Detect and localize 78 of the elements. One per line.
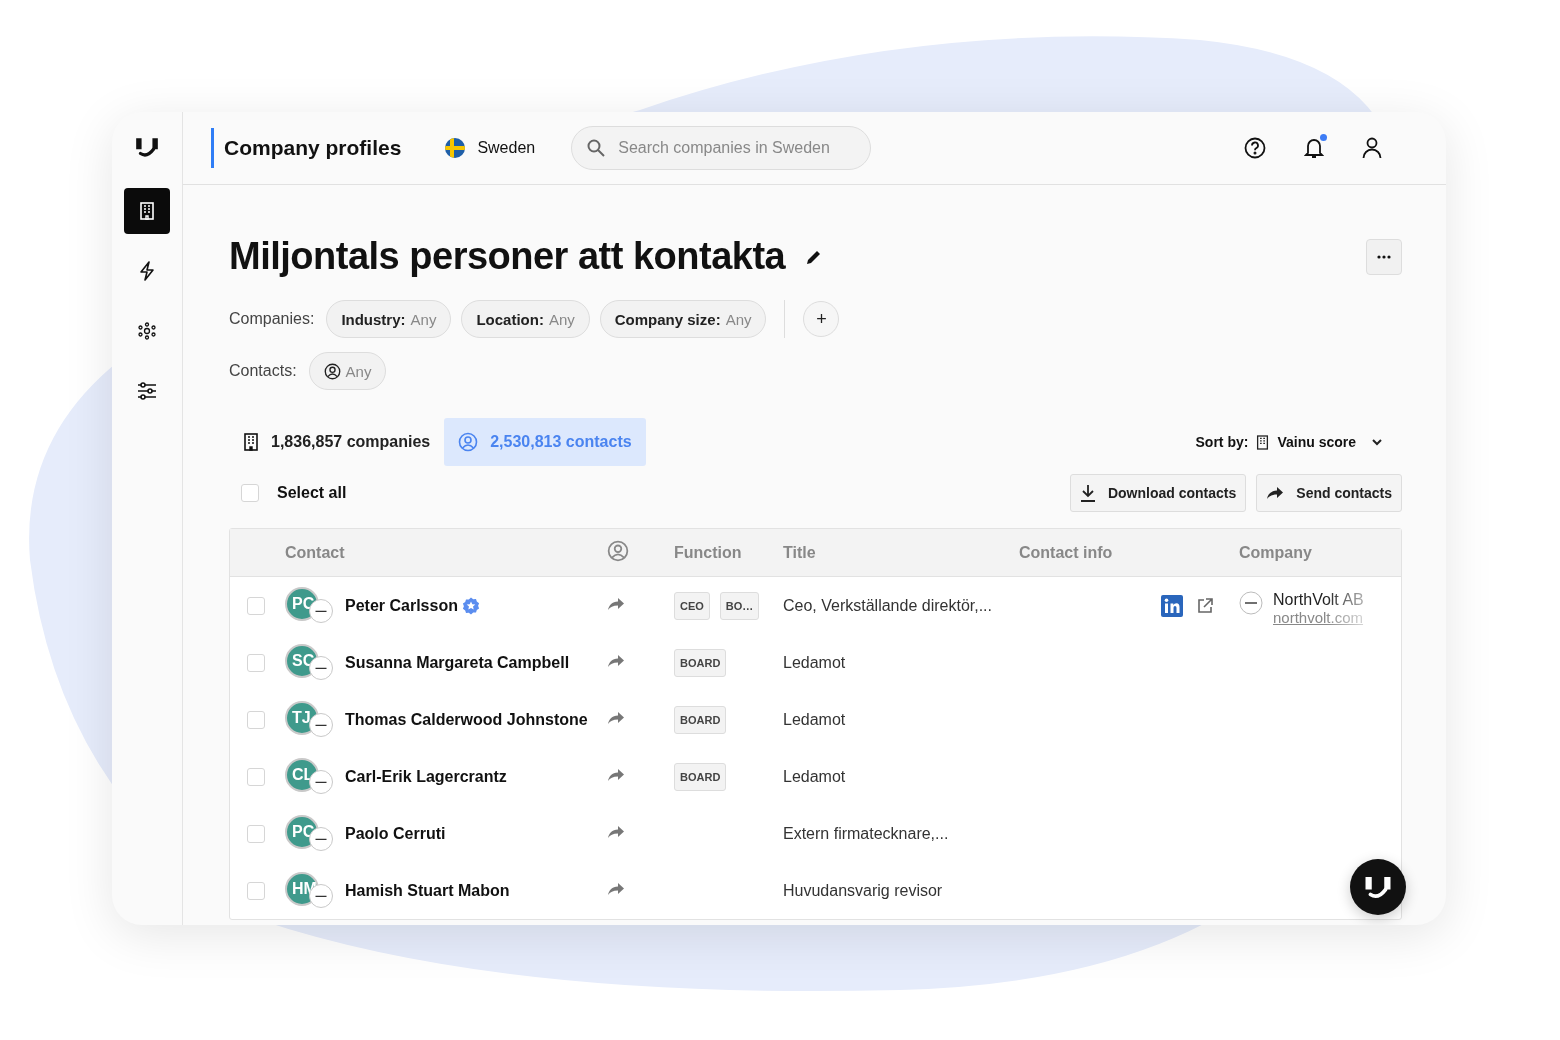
function-tag: BOARD (674, 648, 727, 677)
person-circle-icon (607, 539, 629, 562)
column-header: Contact info (1019, 543, 1114, 562)
contact-name[interactable]: Susanna Margareta Campbell (345, 653, 570, 672)
external-link-icon[interactable] (1197, 597, 1213, 614)
contact-name[interactable]: Carl-Erik Lagercrantz (345, 767, 507, 786)
page-title: Miljontals personer att kontakta (229, 235, 786, 278)
chevron-down-icon (1372, 438, 1382, 446)
user-icon[interactable] (1362, 137, 1382, 159)
contact-title: Ceo, Verkställande direktör,... (783, 596, 993, 615)
action-button[interactable]: Send contacts (1256, 474, 1402, 512)
sliders-icon (137, 382, 157, 400)
flag-icon (445, 138, 466, 158)
filter-label: Companies: (229, 310, 315, 328)
search-field[interactable]: Search companies in Sweden (571, 126, 872, 170)
action-button[interactable]: Download contacts (1069, 474, 1247, 512)
column-header: Company (1239, 543, 1313, 562)
building-icon (243, 433, 259, 451)
checkbox[interactable] (241, 484, 259, 502)
sort-dropdown[interactable]: Vainu score (1256, 434, 1382, 450)
company-logo-icon (1239, 591, 1263, 615)
share-arrow-icon (607, 596, 625, 611)
company-name[interactable]: NorthVolt AB (1273, 591, 1364, 609)
contact-title: Huvudansvarig revisor (783, 881, 944, 900)
app-title: Company profiles (211, 128, 402, 168)
network-icon (138, 322, 156, 340)
lightning-icon (139, 261, 155, 281)
share-arrow-icon (607, 767, 625, 782)
function-tag: BOARD (674, 762, 727, 791)
checkbox[interactable] (247, 596, 265, 615)
contact-name[interactable]: Peter Carlsson (345, 596, 458, 615)
share-arrow-icon (607, 710, 625, 725)
contact-title: Ledamot (783, 767, 847, 786)
checkbox[interactable] (247, 881, 265, 900)
company-website-link[interactable]: northvolt.com (1273, 609, 1364, 626)
filter-chip[interactable]: Company size: Any (599, 300, 767, 338)
building-icon (1256, 434, 1270, 450)
sort-label: Sort by: (1195, 434, 1249, 450)
person-circle-icon (323, 362, 341, 380)
contact-title: Extern firmatecknare,... (783, 824, 950, 843)
more-icon (1377, 254, 1391, 259)
contact-title: Ledamot (783, 653, 847, 672)
checkbox[interactable] (247, 824, 265, 843)
linkedin-icon[interactable] (1161, 594, 1183, 617)
checkbox[interactable] (247, 653, 265, 672)
share-arrow-icon (1266, 486, 1285, 500)
filter-label: Contacts: (229, 362, 297, 380)
building-icon (139, 202, 155, 220)
country-label[interactable]: Sweden (477, 139, 536, 157)
add-filter-button[interactable]: + (803, 301, 840, 337)
person-circle-icon (458, 432, 479, 452)
download-icon (1079, 484, 1096, 502)
share-arrow-icon (607, 881, 625, 896)
share-arrow-icon (607, 653, 625, 668)
select-all-label[interactable]: Select all (277, 484, 347, 502)
filter-chip[interactable]: Industry: Any (326, 300, 452, 338)
help-icon[interactable] (1244, 137, 1266, 159)
contact-title: Ledamot (783, 710, 847, 729)
share-arrow-icon (607, 824, 625, 839)
column-header: Function (674, 543, 743, 562)
function-tag: BOARD (674, 705, 727, 734)
contact-name[interactable]: Hamish Stuart Mabon (345, 881, 510, 900)
column-header: Contact (285, 543, 346, 562)
filter-chip[interactable]: Location: Any (461, 300, 590, 338)
function-tag: CEO (674, 591, 710, 620)
notification-bell-icon[interactable] (1304, 137, 1324, 159)
company-logo-icon (309, 712, 333, 737)
checkbox[interactable] (247, 767, 265, 786)
column-header: Title (783, 543, 817, 562)
company-logo-icon (309, 769, 333, 794)
function-tag: BO… (719, 591, 760, 620)
search-icon (587, 139, 606, 157)
more-button[interactable] (1366, 238, 1402, 275)
sidebar-item[interactable] (124, 188, 170, 234)
contact-name[interactable]: Thomas Calderwood Johnstone (345, 710, 588, 729)
checkbox[interactable] (247, 710, 265, 729)
contact-name[interactable]: Paolo Cerruti (345, 824, 446, 843)
tab[interactable]: 1,836,857 companies (229, 418, 445, 466)
